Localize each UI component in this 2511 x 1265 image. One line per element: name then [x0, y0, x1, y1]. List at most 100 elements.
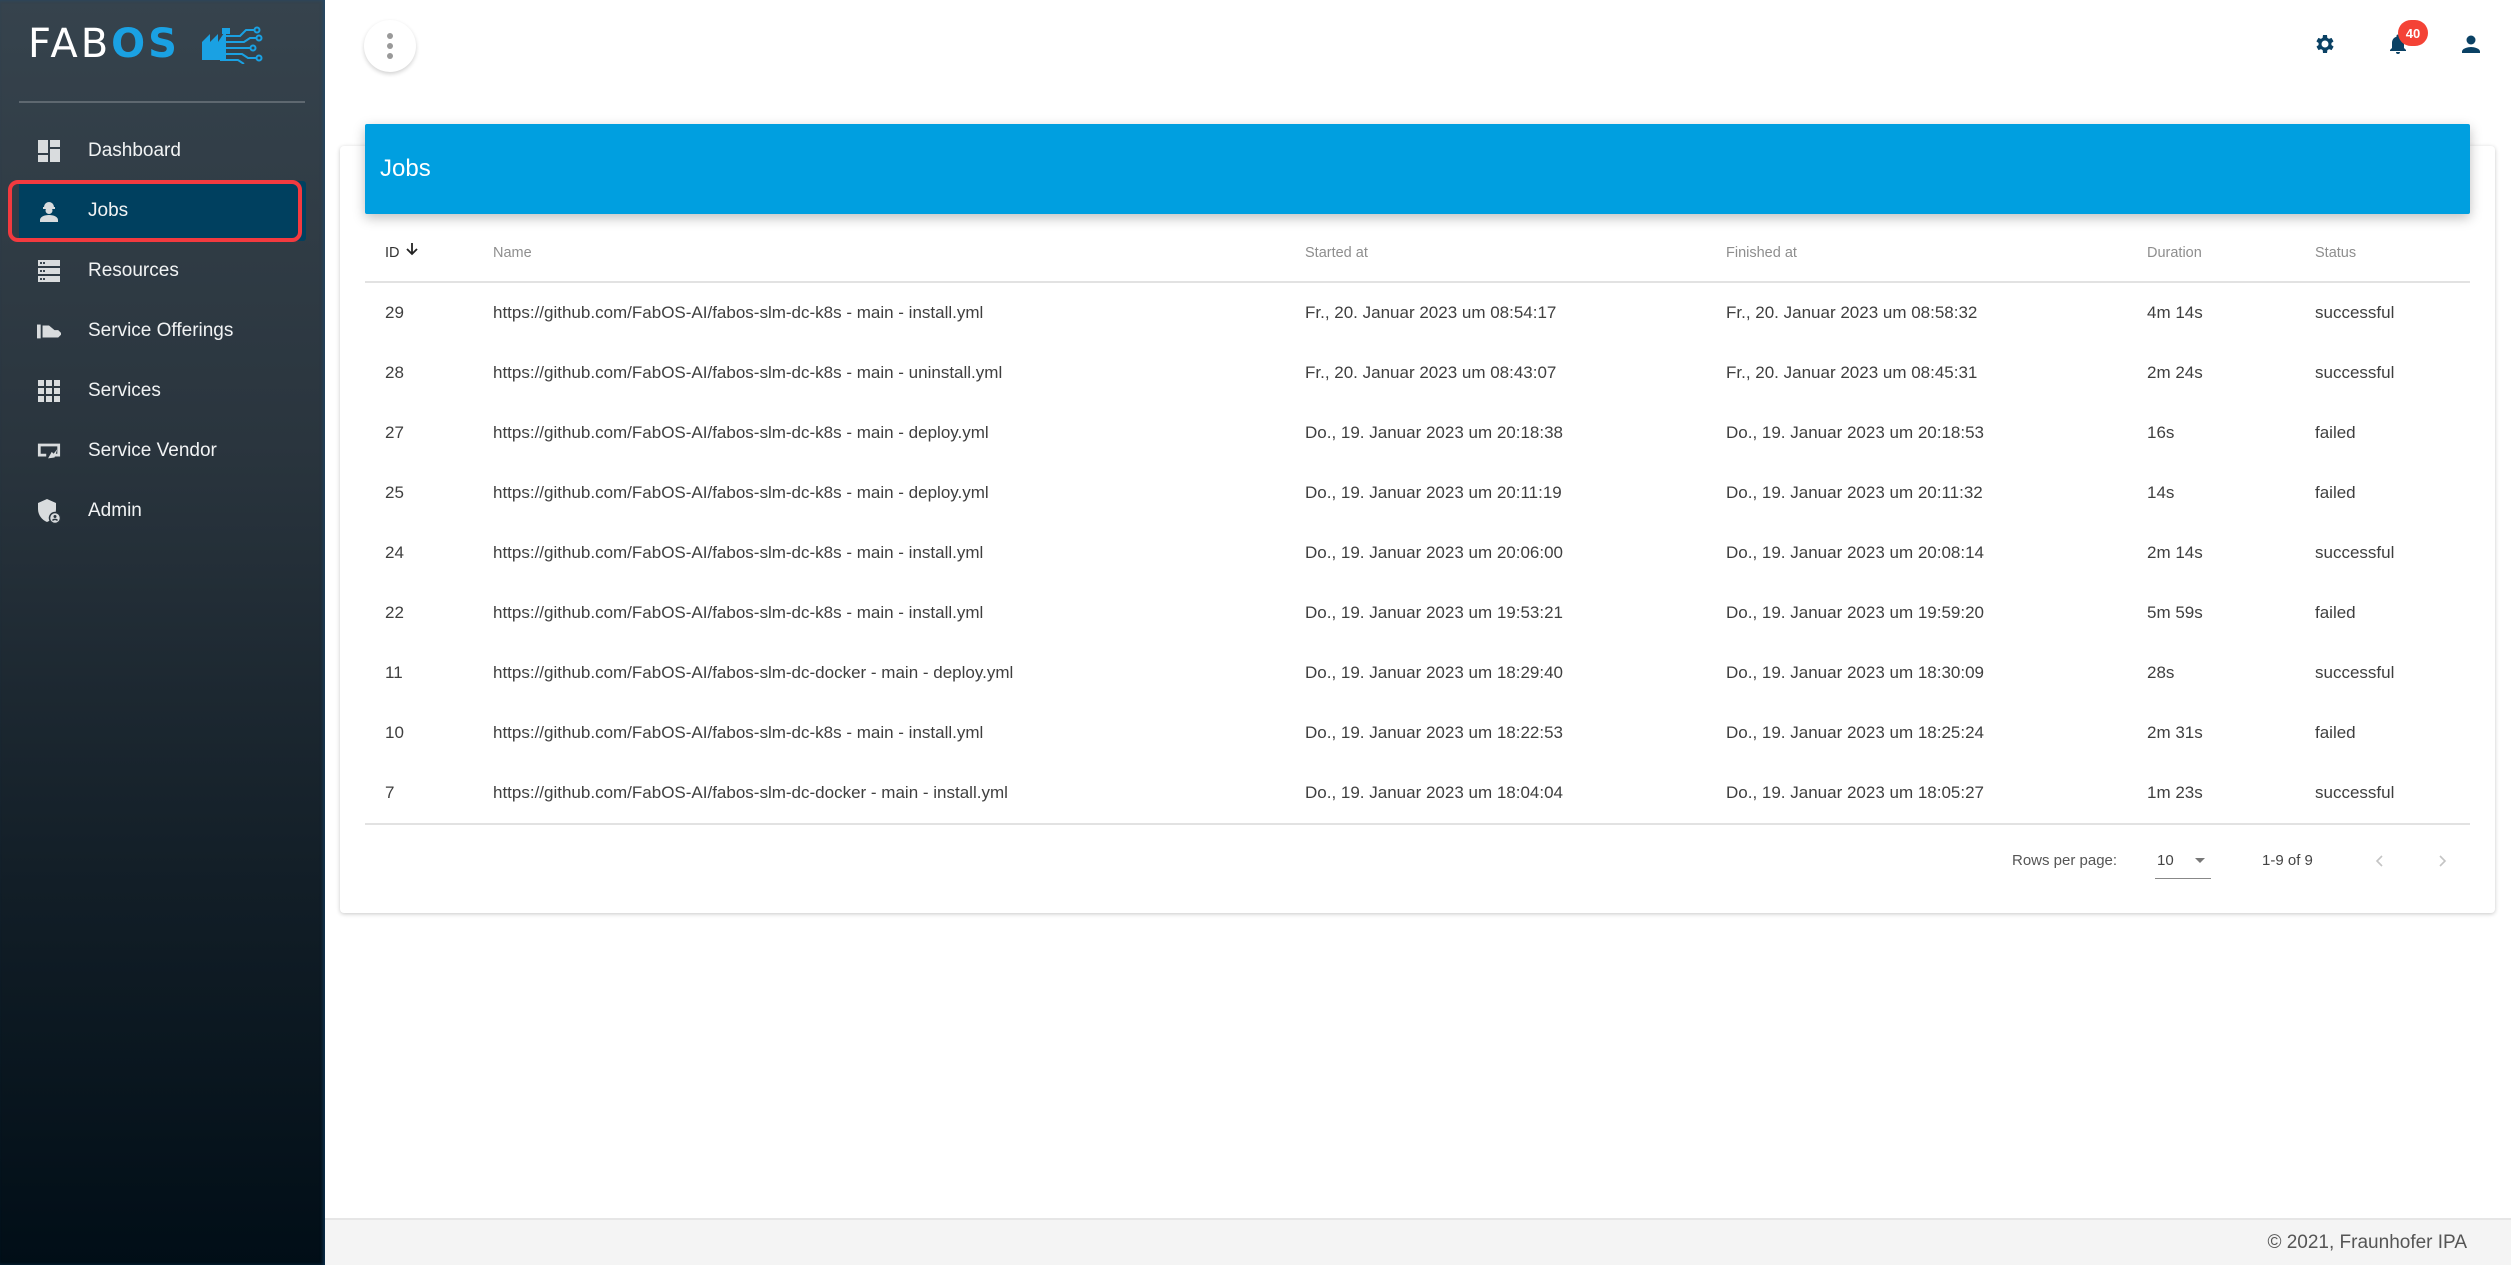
cell-id: 11 [385, 663, 403, 682]
table-row[interactable]: 28 https://github.com/FabOS-AI/fabos-slm-… [365, 343, 2470, 403]
notifications-button[interactable]: 40 [2380, 20, 2428, 62]
cell-duration: 28s [2147, 663, 2175, 682]
card-header: Jobs [365, 124, 2470, 214]
table-row[interactable]: 10 https://github.com/FabOS-AI/fabos-slm-… [365, 703, 2470, 763]
logo-text-os: OS [111, 21, 180, 67]
cell-id: 25 [385, 483, 404, 502]
sidebar-item-dashboard[interactable]: Dashboard [0, 121, 325, 181]
cell-name: https://github.com/FabOS-AI/fabos-slm-dc… [493, 603, 984, 622]
sidebar-item-label: Dashboard [88, 140, 181, 161]
cell-finished: Do., 19. Januar 2023 um 18:30:09 [1726, 663, 1985, 682]
table-row[interactable]: 29 https://github.com/FabOS-AI/fabos-slm-… [365, 283, 2470, 343]
table-row[interactable]: 25 https://github.com/FabOS-AI/fabos-slm-… [365, 463, 2470, 523]
previous-page-button[interactable] [2366, 847, 2394, 875]
cell-finished: Do., 19. Januar 2023 um 20:11:32 [1726, 483, 1983, 502]
sidebar-item-service-vendor[interactable]: Service Vendor [0, 421, 325, 481]
rows-per-page-label: Rows per page: [2012, 852, 2118, 869]
cell-name: https://github.com/FabOS-AI/fabos-slm-dc… [493, 723, 984, 742]
cell-status: successful [2315, 363, 2395, 382]
vendor-card-icon [37, 439, 61, 463]
cell-name: https://github.com/FabOS-AI/fabos-slm-dc… [493, 543, 984, 562]
cell-status: successful [2315, 543, 2395, 562]
notifications-badge: 40 [2398, 20, 2428, 46]
column-header-name[interactable]: Name [493, 228, 532, 278]
cell-started: Do., 19. Januar 2023 um 20:06:00 [1305, 543, 1564, 562]
table-divider [365, 823, 2470, 825]
jobs-table: ID Name Started at Finished at Duration … [365, 228, 2470, 825]
cell-finished: Do., 19. Januar 2023 um 20:08:14 [1726, 543, 1985, 562]
cell-finished: Fr., 20. Januar 2023 um 08:45:31 [1726, 363, 1978, 382]
copyright: © 2021, Fraunhofer IPA [2267, 1232, 2467, 1253]
sidebar-item-label: Jobs [88, 200, 129, 221]
arrow-down-icon [404, 228, 420, 278]
column-header-duration[interactable]: Duration [2147, 228, 2202, 278]
cell-finished: Fr., 20. Januar 2023 um 08:58:32 [1726, 303, 1978, 322]
sidebar-item-label: Resources [88, 260, 179, 281]
table-body: 29 https://github.com/FabOS-AI/fabos-slm-… [365, 283, 2470, 823]
sidebar-item-resources[interactable]: Resources [0, 241, 325, 301]
cell-id: 27 [385, 423, 404, 442]
cell-duration: 4m 14s [2147, 303, 2203, 322]
cell-duration: 16s [2147, 423, 2175, 442]
sidebar-item-label: Service Vendor [88, 440, 217, 461]
account-button[interactable] [2453, 26, 2489, 62]
sidebar-item-label: Service Offerings [88, 320, 234, 341]
sidebar: FABOS Dashboard Jobs Resources Service O… [0, 0, 325, 1265]
table-row[interactable]: 27 https://github.com/FabOS-AI/fabos-slm-… [365, 403, 2470, 463]
cell-started: Fr., 20. Januar 2023 um 08:54:17 [1305, 303, 1557, 322]
next-page-button[interactable] [2428, 847, 2456, 875]
factory-circuit-icon [201, 26, 263, 64]
cell-started: Do., 19. Januar 2023 um 18:22:53 [1305, 723, 1564, 742]
cell-started: Fr., 20. Januar 2023 um 08:43:07 [1305, 363, 1557, 382]
cell-status: failed [2315, 483, 2356, 502]
settings-button[interactable] [2306, 26, 2342, 62]
column-header-id[interactable]: ID [385, 228, 420, 278]
apps-grid-icon [37, 379, 61, 403]
sidebar-item-jobs[interactable]: Jobs [19, 181, 306, 241]
cell-id: 24 [385, 543, 404, 562]
footer: © 2021, Fraunhofer IPA [325, 1218, 2511, 1265]
logo-text-fab: FAB [28, 21, 112, 67]
gear-icon [2316, 35, 2334, 53]
cell-duration: 2m 24s [2147, 363, 2203, 382]
table-row[interactable]: 24 https://github.com/FabOS-AI/fabos-slm-… [365, 523, 2470, 583]
cell-name: https://github.com/FabOS-AI/fabos-slm-dc… [493, 783, 1008, 802]
table-row[interactable]: 22 https://github.com/FabOS-AI/fabos-slm-… [365, 583, 2470, 643]
cell-finished: Do., 19. Januar 2023 um 19:59:20 [1726, 603, 1985, 622]
cell-status: failed [2315, 723, 2356, 742]
table-row[interactable]: 11 https://github.com/FabOS-AI/fabos-slm-… [365, 643, 2470, 703]
engineer-icon [37, 199, 61, 223]
cell-finished: Do., 19. Januar 2023 um 18:05:27 [1726, 783, 1985, 802]
logo[interactable]: FABOS [28, 21, 264, 67]
sidebar-item-label: Services [88, 380, 161, 401]
sidebar-divider [19, 101, 305, 103]
dashboard-icon [37, 139, 61, 163]
column-header-finished[interactable]: Finished at [1726, 228, 1797, 278]
admin-shield-icon [37, 499, 61, 524]
cell-status: failed [2315, 603, 2356, 622]
hand-offer-icon [37, 319, 61, 343]
column-header-started[interactable]: Started at [1305, 228, 1368, 278]
cell-id: 7 [385, 783, 395, 802]
cell-started: Do., 19. Januar 2023 um 20:11:19 [1305, 483, 1562, 502]
cell-status: successful [2315, 783, 2395, 802]
table-row[interactable]: 7 https://github.com/FabOS-AI/fabos-slm-d… [365, 763, 2470, 823]
sidebar-item-service-offerings[interactable]: Service Offerings [0, 301, 325, 361]
chevron-right-icon [2439, 855, 2447, 867]
sidebar-item-services[interactable]: Services [0, 361, 325, 421]
cell-name: https://github.com/FabOS-AI/fabos-slm-dc… [493, 483, 989, 502]
cell-started: Do., 19. Januar 2023 um 19:53:21 [1305, 603, 1564, 622]
cell-status: successful [2315, 303, 2395, 322]
cell-id: 10 [385, 723, 404, 742]
rows-per-page-select[interactable]: 10 [2155, 843, 2211, 879]
sidebar-nav: Dashboard Jobs Resources Service Offerin… [0, 121, 325, 541]
cell-name: https://github.com/FabOS-AI/fabos-slm-dc… [493, 303, 984, 322]
cell-duration: 5m 59s [2147, 603, 2203, 622]
sidebar-item-admin[interactable]: Admin [0, 481, 325, 541]
cell-finished: Do., 19. Januar 2023 um 18:25:24 [1726, 723, 1985, 742]
more-menu-button[interactable] [364, 20, 416, 72]
table-header: ID Name Started at Finished at Duration … [365, 228, 2470, 283]
column-header-status[interactable]: Status [2315, 228, 2356, 278]
cell-duration: 1m 23s [2147, 783, 2203, 802]
person-icon [2462, 35, 2480, 53]
